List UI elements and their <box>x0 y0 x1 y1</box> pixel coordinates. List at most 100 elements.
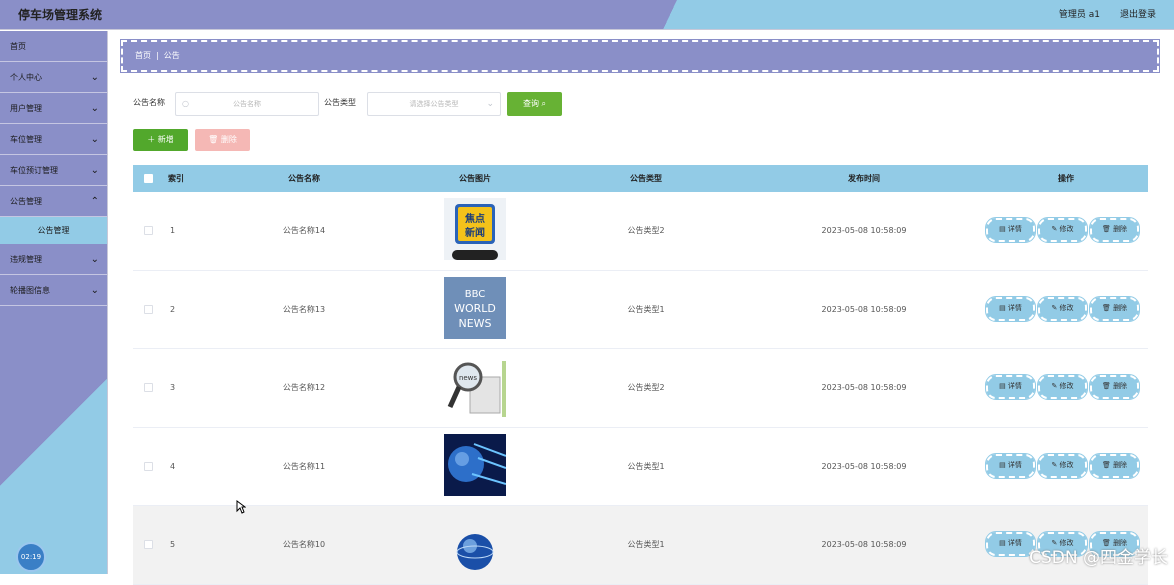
type-filter-label: 公告类型 <box>324 97 356 108</box>
cell-time: 2023-05-08 10:58:09 <box>794 349 934 427</box>
cell-type: 公告类型1 <box>586 506 706 584</box>
sidebar-subitem-announcement-management[interactable]: 公告管理 <box>0 217 107 244</box>
cell-type: 公告类型1 <box>586 271 706 349</box>
sidebar-item-reservations[interactable]: 车位预订管理⌄ <box>0 155 107 186</box>
chevron-down-icon: ⌄ <box>91 124 99 155</box>
search-icon: ⌕ <box>542 99 546 108</box>
column-header-image: 公告图片 <box>415 165 535 192</box>
sidebar-item-label: 用户管理 <box>10 104 42 113</box>
chevron-down-icon: ⌄ <box>91 62 99 93</box>
table-row: 5 公告名称10 公告类型1 2023-05-08 10:58:09 ▤ 详情✎… <box>133 506 1148 585</box>
edit-button[interactable]: ✎ 修改 <box>1038 218 1087 242</box>
cell-time: 2023-05-08 10:58:09 <box>794 271 934 349</box>
add-button[interactable]: ＋ 新增 <box>133 129 188 151</box>
add-button-label: 新增 <box>158 135 174 144</box>
sidebar-item-home[interactable]: 首页 <box>0 31 107 62</box>
row-checkbox[interactable] <box>144 462 153 471</box>
cell-type: 公告类型2 <box>586 349 706 427</box>
cell-index: 4 <box>161 428 181 506</box>
type-select[interactable]: 请选择公告类型 ⌄ <box>367 92 501 116</box>
detail-button[interactable]: ▤ 详情 <box>986 297 1035 321</box>
logout-link[interactable]: 退出登录 <box>1120 7 1156 20</box>
table-row: 3 公告名称12 news 公告类型2 2023-05-08 10:58:09 … <box>133 349 1148 428</box>
column-header-actions: 操作 <box>1006 165 1126 192</box>
edit-label: 修改 <box>1060 225 1074 233</box>
announcement-table: 索引 公告名称 公告图片 公告类型 发布时间 操作 1 公告名称14 焦点 新闻… <box>133 165 1148 585</box>
sidebar-item-announcements[interactable]: 公告管理 ⌃ <box>0 186 107 217</box>
name-filter-label: 公告名称 <box>133 97 165 108</box>
sidebar-item-violations[interactable]: 违规管理 ⌄ <box>0 244 107 275</box>
column-header-index: 索引 <box>161 165 191 192</box>
magnifier-news-image: news <box>444 355 506 417</box>
mouse-cursor-icon <box>236 500 246 514</box>
sidebar-item-label: 公告管理 <box>10 197 42 206</box>
name-search-placeholder: 公告名称 <box>233 100 261 108</box>
cell-name: 公告名称12 <box>244 349 364 427</box>
delete-button[interactable]: 🗑 删除 <box>1090 218 1139 242</box>
row-checkbox[interactable] <box>144 383 153 392</box>
detail-label: 详情 <box>1008 225 1022 233</box>
sidebar-item-label: 轮播图信息 <box>10 286 50 295</box>
table-row: 2 公告名称13 BBC WORLD NEWS 公告类型1 2023-05-08… <box>133 271 1148 350</box>
news-badge-image: 焦点 新闻 <box>444 198 506 260</box>
batch-delete-button[interactable]: 🗑 删除 <box>195 129 250 151</box>
trash-icon: 🗑 <box>208 135 218 144</box>
breadcrumb-separator: | <box>156 51 159 60</box>
delete-button[interactable]: 🗑 删除 <box>1090 454 1139 478</box>
cell-index: 2 <box>161 271 181 349</box>
chevron-down-icon: ⌄ <box>91 275 99 306</box>
sidebar-item-label: 首页 <box>10 42 26 51</box>
app-title: 停车场管理系统 <box>18 6 102 23</box>
row-checkbox[interactable] <box>144 226 153 235</box>
row-checkbox[interactable] <box>144 305 153 314</box>
cell-index: 1 <box>161 192 181 270</box>
delete-button[interactable]: 🗑 删除 <box>1090 375 1139 399</box>
name-search-input[interactable]: ○ 公告名称 <box>175 92 319 116</box>
detail-button[interactable]: ▤ 详情 <box>986 532 1035 556</box>
cell-index: 3 <box>161 349 181 427</box>
query-button[interactable]: 查询 ⌕ <box>507 92 562 116</box>
edit-button[interactable]: ✎ 修改 <box>1038 454 1087 478</box>
detail-button[interactable]: ▤ 详情 <box>986 454 1035 478</box>
sidebar-item-carousel[interactable]: 轮播图信息 ⌄ <box>0 275 107 306</box>
detail-label: 详情 <box>1008 539 1022 547</box>
detail-label: 详情 <box>1008 304 1022 312</box>
edit-button[interactable]: ✎ 修改 <box>1038 297 1087 321</box>
column-header-type: 公告类型 <box>586 165 706 192</box>
thumb-text: 焦点 <box>464 212 485 225</box>
chevron-down-icon: ⌄ <box>486 93 494 115</box>
sidebar-item-label: 车位预订管理 <box>10 166 58 175</box>
detail-label: 详情 <box>1008 461 1022 469</box>
row-checkbox[interactable] <box>144 540 153 549</box>
delete-button[interactable]: 🗑 删除 <box>1090 297 1139 321</box>
table-row: 4 公告名称11 公告类型1 2023-05-08 10:58:09 ▤ 详情✎… <box>133 428 1148 507</box>
row-actions: ▤ 详情✎ 修改🗑 删除 <box>986 375 1146 399</box>
sidebar-item-users[interactable]: 用户管理⌄ <box>0 93 107 124</box>
table-row: 1 公告名称14 焦点 新闻 公告类型2 2023-05-08 10:58:09… <box>133 192 1148 271</box>
delete-label: 删除 <box>1113 225 1127 233</box>
cell-time: 2023-05-08 10:58:09 <box>794 192 934 270</box>
sidebar-item-profile[interactable]: 个人中心 ⌄ <box>0 62 107 93</box>
detail-button[interactable]: ▤ 详情 <box>986 375 1035 399</box>
select-all-checkbox[interactable] <box>144 174 153 183</box>
edit-label: 修改 <box>1060 304 1074 312</box>
sidebar-item-label: 违规管理 <box>10 255 42 264</box>
sidebar-item-label: 个人中心 <box>10 73 42 82</box>
detail-button[interactable]: ▤ 详情 <box>986 218 1035 242</box>
globe-tech-image <box>444 434 506 496</box>
sidebar-item-parking-spaces[interactable]: 车位管理⌄ <box>0 124 107 155</box>
chevron-down-icon: ⌄ <box>91 244 99 275</box>
chevron-up-icon: ⌃ <box>91 186 99 217</box>
delete-label: 删除 <box>1113 304 1127 312</box>
delete-label: 删除 <box>1113 382 1127 390</box>
table-header: 索引 公告名称 公告图片 公告类型 发布时间 操作 <box>133 165 1148 192</box>
column-header-name: 公告名称 <box>244 165 364 192</box>
cell-name: 公告名称13 <box>244 271 364 349</box>
breadcrumb-home[interactable]: 首页 <box>135 51 151 60</box>
type-select-placeholder: 请选择公告类型 <box>410 100 459 108</box>
row-actions: ▤ 详情✎ 修改🗑 删除 <box>986 454 1146 478</box>
edit-button[interactable]: ✎ 修改 <box>1038 375 1087 399</box>
breadcrumb-current: 公告 <box>164 51 180 60</box>
row-actions: ▤ 详情✎ 修改🗑 删除 <box>986 297 1146 321</box>
thumb-text: NEWS <box>458 317 491 330</box>
